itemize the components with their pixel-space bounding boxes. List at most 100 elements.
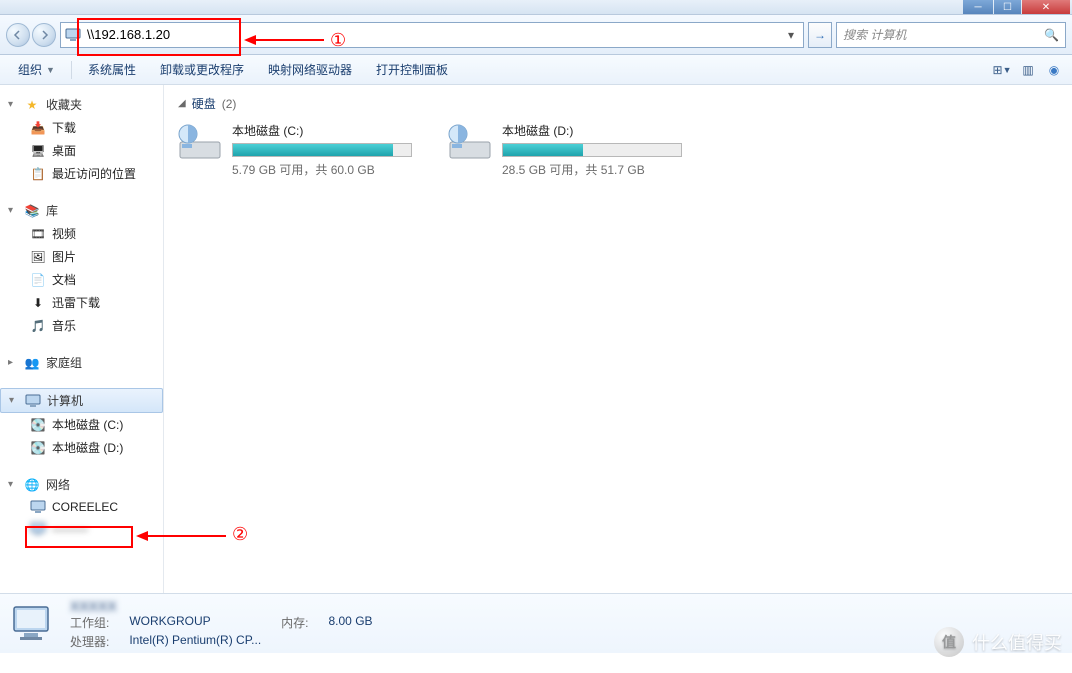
pc-icon (30, 521, 46, 537)
navigation-pane: ▾ ★ 收藏夹 📥下载 🖥桌面 📋最近访问的位置 ▾ 📚 库 🎞视频 🖼图片 📄… (0, 85, 164, 593)
downloads-icon: 📥 (30, 120, 46, 136)
download-icon: ⬇ (30, 295, 46, 311)
sidebar-item-recent[interactable]: 📋最近访问的位置 (0, 162, 163, 185)
annotation-number-1: ① (330, 30, 346, 51)
computer-icon (65, 28, 81, 42)
search-icon: 🔍 (1044, 28, 1059, 42)
watermark-badge-icon: 值 (934, 627, 964, 657)
favorites-group: ▾ ★ 收藏夹 📥下载 🖥桌面 📋最近访问的位置 (0, 93, 163, 185)
favorites-label: 收藏夹 (46, 96, 82, 113)
desktop-icon: 🖥 (30, 143, 46, 159)
chevron-down-icon: ▾ (8, 99, 18, 110)
sidebar-item-documents[interactable]: 📄文档 (0, 268, 163, 291)
preview-pane-icon[interactable]: ▥ (1018, 60, 1038, 80)
section-header-drives[interactable]: ◢ 硬盘 (2) (178, 95, 1058, 112)
chevron-right-icon: ▸ (8, 357, 18, 368)
sidebar-item-music[interactable]: 🎵音乐 (0, 314, 163, 337)
homegroup-header[interactable]: ▸ 👥 家庭组 (0, 351, 163, 374)
drive-icon (178, 122, 222, 162)
close-button[interactable]: ✕ (1022, 0, 1070, 14)
organize-menu[interactable]: 组织 ▼ (8, 57, 65, 82)
computer-label: 计算机 (47, 392, 83, 409)
sidebar-item-videos[interactable]: 🎞视频 (0, 222, 163, 245)
sidebar-item-coreelec[interactable]: COREELEC (0, 496, 163, 518)
computer-large-icon (10, 601, 56, 647)
sidebar-item-pictures[interactable]: 🖼图片 (0, 245, 163, 268)
collapse-icon: ◢ (178, 98, 186, 109)
usage-bar (502, 143, 682, 157)
favorites-header[interactable]: ▾ ★ 收藏夹 (0, 93, 163, 116)
help-icon[interactable]: ◉ (1044, 60, 1064, 80)
network-label: 网络 (46, 476, 70, 493)
computer-group: ▾ 计算机 💽本地磁盘 (C:) 💽本地磁盘 (D:) (0, 388, 163, 459)
sidebar-item-drive-d[interactable]: 💽本地磁盘 (D:) (0, 436, 163, 459)
uninstall-program-button[interactable]: 卸载或更改程序 (150, 57, 254, 82)
hdd-icon: 💽 (30, 440, 46, 456)
toolbar-right-icons: ⊞ ▼ ▥ ◉ (992, 60, 1064, 80)
music-icon: 🎵 (30, 318, 46, 334)
content-pane: ◢ 硬盘 (2) 本地磁盘 (C:) 5.79 GB 可用，共 60.0 GB (164, 85, 1072, 593)
section-count: (2) (222, 97, 237, 111)
sidebar-item-drive-c[interactable]: 💽本地磁盘 (C:) (0, 413, 163, 436)
library-icon: 📚 (24, 203, 40, 219)
hdd-icon: 💽 (30, 417, 46, 433)
arrow-right-icon (39, 30, 49, 40)
watermark: 值 什么值得买 (934, 627, 1062, 657)
system-properties-button[interactable]: 系统属性 (78, 57, 146, 82)
drives-container: 本地磁盘 (C:) 5.79 GB 可用，共 60.0 GB 本地磁盘 (D:)… (178, 122, 1058, 178)
drive-c[interactable]: 本地磁盘 (C:) 5.79 GB 可用，共 60.0 GB (178, 122, 428, 178)
command-toolbar: 组织 ▼ 系统属性 卸载或更改程序 映射网络驱动器 打开控制面板 ⊞ ▼ ▥ ◉ (0, 55, 1072, 85)
sidebar-item-desktop[interactable]: 🖥桌面 (0, 139, 163, 162)
drive-d[interactable]: 本地磁盘 (D:) 28.5 GB 可用，共 51.7 GB (448, 122, 698, 178)
chevron-down-icon: ▾ (8, 479, 18, 490)
section-title: 硬盘 (192, 95, 216, 112)
libraries-group: ▾ 📚 库 🎞视频 🖼图片 📄文档 ⬇迅雷下载 🎵音乐 (0, 199, 163, 337)
minimize-button[interactable]: ─ (963, 0, 993, 14)
homegroup-group: ▸ 👥 家庭组 (0, 351, 163, 374)
nav-buttons (6, 23, 56, 47)
network-header[interactable]: ▾ 🌐 网络 (0, 473, 163, 496)
explorer-body: ▾ ★ 收藏夹 📥下载 🖥桌面 📋最近访问的位置 ▾ 📚 库 🎞视频 🖼图片 📄… (0, 85, 1072, 593)
workgroup-value: WORKGROUP (129, 614, 261, 631)
go-button[interactable]: → (808, 22, 832, 48)
drive-info: 5.79 GB 可用，共 60.0 GB (232, 161, 428, 178)
address-field[interactable]: ▾ (60, 22, 804, 48)
details-pane: XXXXX 工作组: WORKGROUP 内存: 8.00 GB 处理器: In… (0, 593, 1072, 653)
homegroup-label: 家庭组 (46, 354, 82, 371)
search-placeholder: 搜索 计算机 (843, 26, 906, 43)
sidebar-item-downloads[interactable]: 📥下载 (0, 116, 163, 139)
chevron-down-icon: ▾ (9, 395, 19, 406)
address-bar-row: ▾ → 搜索 计算机 🔍 (0, 15, 1072, 55)
drive-name: 本地磁盘 (D:) (502, 122, 698, 139)
drive-info: 28.5 GB 可用，共 51.7 GB (502, 161, 698, 178)
network-group: ▾ 🌐 网络 COREELEC ——— (0, 473, 163, 540)
annotation-number-2: ② (232, 524, 248, 545)
cpu-label: 处理器: (70, 633, 109, 650)
forward-button[interactable] (32, 23, 56, 47)
map-network-drive-button[interactable]: 映射网络驱动器 (258, 57, 362, 82)
maximize-button[interactable]: ☐ (994, 0, 1021, 14)
open-control-panel-button[interactable]: 打开控制面板 (366, 57, 458, 82)
memory-label: 内存: (281, 614, 308, 631)
video-icon: 🎞 (30, 226, 46, 242)
sidebar-item-network-pc-hidden[interactable]: ——— (0, 518, 163, 540)
pc-icon (30, 499, 46, 515)
view-options-icon[interactable]: ⊞ ▼ (992, 60, 1012, 80)
window-controls: ─ ☐ ✕ (962, 0, 1070, 14)
recent-icon: 📋 (30, 166, 46, 182)
computer-header[interactable]: ▾ 计算机 (0, 388, 163, 413)
search-field[interactable]: 搜索 计算机 🔍 (836, 22, 1066, 48)
chevron-down-icon: ▾ (8, 205, 18, 216)
document-icon: 📄 (30, 272, 46, 288)
sidebar-item-xunlei[interactable]: ⬇迅雷下载 (0, 291, 163, 314)
window-titlebar: ─ ☐ ✕ (0, 0, 1072, 15)
back-button[interactable] (6, 23, 30, 47)
address-input[interactable] (87, 27, 783, 42)
libraries-header[interactable]: ▾ 📚 库 (0, 199, 163, 222)
watermark-text: 什么值得买 (972, 629, 1062, 655)
picture-icon: 🖼 (30, 249, 46, 265)
drive-name: 本地磁盘 (C:) (232, 122, 428, 139)
cpu-value: Intel(R) Pentium(R) CP... (129, 633, 261, 650)
homegroup-icon: 👥 (24, 355, 40, 371)
address-dropdown-icon[interactable]: ▾ (783, 28, 799, 42)
